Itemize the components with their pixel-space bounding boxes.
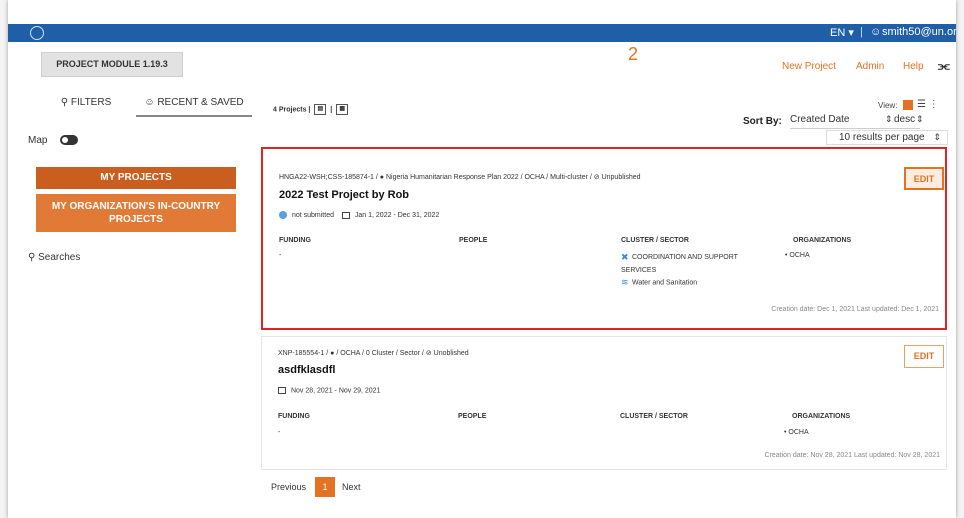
organization-item: • OCHA [784, 429, 809, 436]
new-project-link[interactable]: New Project [782, 61, 836, 72]
chevron-updown-icon: ⇕ [933, 132, 941, 142]
admin-link[interactable]: Admin [856, 61, 884, 72]
tab-filters[interactable]: ⚲ FILTERS [40, 97, 132, 117]
project-visibility: Unpublished [601, 174, 641, 181]
calendar-icon [278, 387, 286, 394]
cluster-name: COORDINATION AND SUPPORT SERVICES [621, 254, 738, 274]
results-per-page-select[interactable]: 10 results per page ⇕ [826, 130, 948, 145]
pdf-export-icon[interactable]: ▦ [336, 104, 349, 115]
count-separator: | [330, 106, 333, 114]
status-dot-icon [279, 211, 287, 219]
rss-icon[interactable]: ⫘ [938, 58, 950, 74]
next-page-button[interactable]: Next [342, 482, 361, 492]
funding-value: - [278, 429, 281, 436]
calendar-icon [341, 211, 350, 219]
person-icon: ☺ [870, 26, 882, 38]
cluster-name: Water and Sanitation [632, 279, 698, 287]
help-link[interactable]: Help [903, 61, 924, 72]
searches-link[interactable]: ⚲ Searches [28, 252, 80, 263]
search-icon: ⚲ [60, 97, 69, 108]
water-tap-icon: ≋ [621, 277, 629, 287]
step-number: 2 [628, 44, 639, 64]
tab-recent-label: RECENT & SAVED [157, 97, 244, 108]
funding-value: - [279, 252, 282, 259]
app-frame: EN ▾ | ☺ smith50@un.org PROJECT MODULE 1… [8, 0, 956, 518]
topbar-separator: | [860, 26, 863, 38]
unpublished-icon: ⊘ [593, 174, 600, 181]
previous-page-button[interactable]: Previous [271, 482, 306, 492]
unpublished-icon: ⊘ [425, 350, 432, 357]
edit-button[interactable]: EDIT [904, 345, 944, 368]
location-pin-icon: ● [379, 174, 385, 181]
search-icon: ⚲ [28, 252, 36, 263]
searches-label: Searches [38, 252, 81, 263]
edit-button[interactable]: EDIT [904, 167, 944, 190]
project-dates-line: Nov 28, 2021 - Nov 29, 2021 [278, 387, 380, 394]
cluster-item: ✖ COORDINATION AND SUPPORT SERVICES [621, 251, 761, 277]
project-card[interactable]: XNP-185554-1 / ● / OCHA / 0 Cluster / Se… [261, 336, 947, 470]
per-page-value: 10 results per page [839, 132, 925, 143]
funding-header: FUNDING [278, 413, 310, 420]
sort-direction-value[interactable]: desc [894, 114, 915, 125]
project-dates: Nov 28, 2021 - Nov 29, 2021 [290, 387, 381, 395]
project-title[interactable]: asdfklasdfl [278, 364, 335, 376]
view-label: View: [878, 101, 898, 110]
top-bar: EN ▾ | ☺ smith50@un.org [8, 24, 956, 42]
project-timestamps: Creation date: Nov 28, 2021 Last updated… [764, 452, 940, 459]
project-code-line: XNP-185554-1 / ● / OCHA / 0 Cluster / Se… [278, 349, 469, 357]
sort-field-value: Created Date [790, 114, 850, 125]
project-code: HNGA22-WSH;CSS-185874-1 / [279, 174, 378, 181]
people-header: PEOPLE [459, 237, 488, 244]
project-status-line: not submitted Jan 1, 2022 - Dec 31, 2022 [279, 211, 439, 219]
organization-item: • OCHA [785, 252, 810, 259]
project-count-label: 4 Projects | [273, 106, 311, 114]
tab-recent-saved[interactable]: ☺ RECENT & SAVED [136, 97, 252, 117]
un-logo-icon [30, 26, 44, 40]
project-code: XNP-185554-1 / [278, 350, 329, 357]
organizations-header: ORGANIZATIONS [793, 237, 852, 244]
user-menu[interactable]: smith50@un.org [882, 26, 956, 38]
cluster-header: CLUSTER / SECTOR [620, 413, 688, 420]
person-icon: ☺ [144, 97, 155, 108]
current-page-button[interactable]: 1 [315, 477, 335, 497]
map-label: Map [28, 135, 48, 146]
project-timestamps: Creation date: Dec 1, 2021 Last updated:… [771, 306, 939, 313]
list-view-icon[interactable]: ☰ ⋮ [917, 99, 939, 110]
language-selector[interactable]: EN ▾ [830, 26, 854, 39]
chevron-updown-icon: ⇕ [916, 114, 924, 124]
project-dates: Jan 1, 2022 - Dec 31, 2022 [354, 211, 440, 219]
project-card[interactable]: HNGA22-WSH;CSS-185874-1 / ● Nigeria Huma… [261, 147, 947, 330]
funding-header: FUNDING [279, 237, 311, 244]
cluster-item: ≋ Water and Sanitation [621, 278, 697, 287]
project-status: not submitted [291, 211, 334, 219]
cluster-header: CLUSTER / SECTOR [621, 237, 689, 244]
tab-filters-label: FILTERS [70, 97, 112, 108]
project-count: 4 Projects | ▤ | ▦ [273, 104, 350, 115]
map-toggle[interactable] [60, 135, 78, 145]
location-pin-icon: ● [330, 350, 335, 357]
organizations-header: ORGANIZATIONS [792, 413, 851, 420]
project-context: Nigeria Humanitarian Response Plan 2022 … [385, 174, 592, 181]
sort-by-label: Sort By: [743, 116, 782, 127]
sort-select[interactable]: Created Date ⇕ desc ⇕ [790, 114, 924, 129]
coordination-icon: ✖ [621, 251, 629, 262]
project-code-line: HNGA22-WSH;CSS-185874-1 / ● Nigeria Huma… [279, 173, 641, 181]
chevron-updown-icon: ⇕ [885, 114, 893, 124]
project-visibility: Unoblished [433, 350, 469, 357]
project-context: / OCHA / 0 Cluster / Sector / [336, 350, 424, 357]
my-organization-projects-button[interactable]: MY ORGANIZATION'S IN-COUNTRY PROJECTS [36, 194, 236, 232]
people-header: PEOPLE [458, 413, 487, 420]
project-title[interactable]: 2022 Test Project by Rob [279, 189, 409, 201]
project-module-button[interactable]: PROJECT MODULE 1.19.3 [41, 52, 183, 77]
grid-view-icon[interactable] [903, 100, 913, 110]
my-projects-button[interactable]: MY PROJECTS [36, 167, 236, 189]
chart-export-icon[interactable]: ▤ [314, 104, 327, 115]
